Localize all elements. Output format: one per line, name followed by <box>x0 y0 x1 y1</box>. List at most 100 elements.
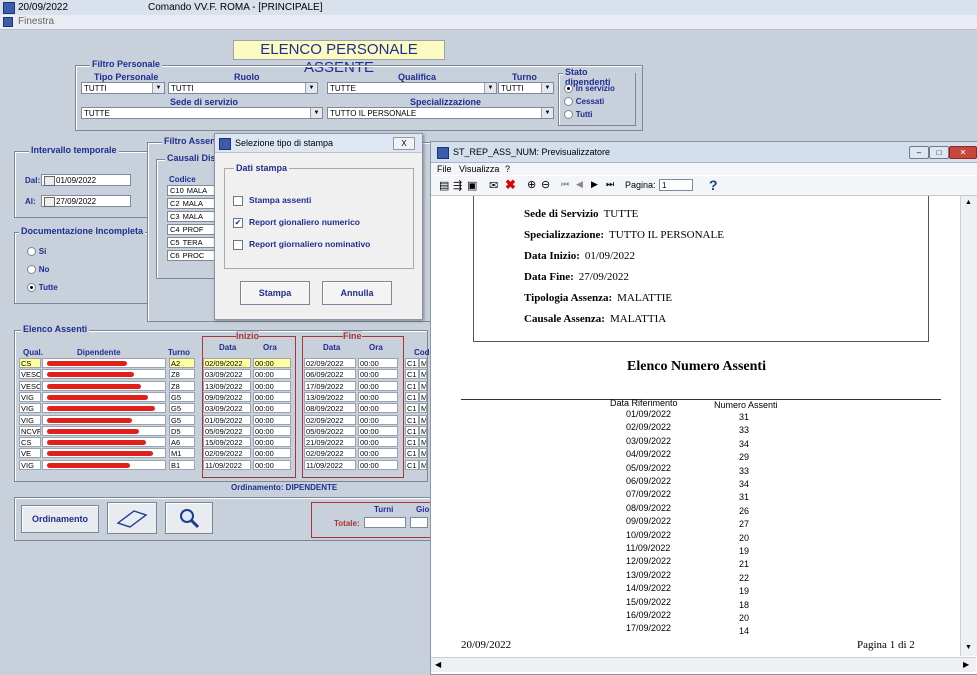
zoom-in-icon[interactable]: ⊕ <box>527 178 536 191</box>
al-date-field[interactable]: 27/09/2022 <box>41 195 131 207</box>
first-page-icon[interactable]: ⏮ <box>561 179 569 190</box>
horizontal-scrollbar[interactable]: ◀ ▶ <box>431 657 976 672</box>
scroll-down-icon[interactable]: ▼ <box>965 644 972 651</box>
calendar-icon[interactable] <box>44 176 55 186</box>
vertical-scrollbar[interactable]: ▲ ▼ <box>960 196 977 656</box>
sede-select[interactable]: TUTTE ▼ <box>81 107 323 119</box>
redaction-mark <box>47 417 132 423</box>
radio-in-servizio[interactable]: In servizio <box>564 83 615 94</box>
cell-d: M <box>419 425 427 436</box>
scroll-up-icon[interactable]: ▲ <box>965 199 972 206</box>
cell-df: 08/09/2022 <box>304 403 356 414</box>
setup-icon[interactable]: ▣ <box>467 179 477 192</box>
table-row[interactable]: VESC Z8 13/09/2022 00:00 17/09/2022 00:00 C1 M <box>15 380 427 392</box>
turno-select[interactable]: TUTTI ▼ <box>498 82 554 94</box>
table-row[interactable]: CS A6 15/09/2022 00:00 21/09/2022 00:00 C1 M <box>15 437 427 448</box>
window-icon <box>3 17 13 27</box>
calendar-icon[interactable] <box>44 197 55 207</box>
table-row[interactable]: VE M1 02/09/2022 00:00 02/09/2022 00:00 C1 M <box>15 448 427 459</box>
cell-d: M <box>419 459 427 470</box>
checkbox-icon[interactable] <box>233 239 243 250</box>
stampa-button[interactable]: Stampa <box>240 281 310 305</box>
email-icon[interactable]: ✉ <box>489 179 498 192</box>
checkbox-icon[interactable]: ✔ <box>233 217 243 228</box>
search-button[interactable] <box>165 502 213 534</box>
menu-help[interactable]: ? <box>505 164 510 174</box>
col-dipendente: Dipendente <box>77 348 121 357</box>
dal-date-field[interactable]: 01/09/2022 <box>41 174 131 186</box>
report-header-box: Sede di Servizio TUTTE Specializzazione: TU… <box>473 196 929 342</box>
report-page: Sede di Servizio TUTTE Specializzazione: TU… <box>437 196 957 656</box>
radio-tutte[interactable]: Tutte <box>27 282 58 293</box>
dialog-close-button[interactable]: X <box>393 137 415 150</box>
ruolo-select[interactable]: TUTTI ▼ <box>168 82 318 94</box>
table-row[interactable]: NCVF D5 05/09/2022 00:00 05/09/2022 00:00 C1 M <box>15 425 427 437</box>
table-row[interactable]: VESC Z8 03/09/2022 00:00 06/09/2022 00:00 C1 M <box>15 369 427 380</box>
prev-page-icon[interactable]: ◀ <box>576 179 583 190</box>
tipo-personale-select[interactable]: TUTTI ▼ <box>81 82 165 94</box>
annulla-button[interactable]: Annulla <box>322 281 392 305</box>
table-row[interactable]: VIG G5 09/09/2022 00:00 13/09/2022 00:00 C1 M <box>15 391 427 403</box>
cell-c: C1 <box>405 437 419 448</box>
window-date: 20/09/2022 <box>18 2 69 13</box>
specializzazione-select[interactable]: TUTTO IL PERSONALE ▼ <box>327 107 554 119</box>
close-x-icon[interactable]: ✖ <box>505 177 516 193</box>
ordinamento-button[interactable]: Ordinamento <box>21 505 99 533</box>
report-count-cell: 22 <box>739 572 750 583</box>
cell-q: CS <box>19 358 41 368</box>
report-count-cell: 19 <box>739 546 750 556</box>
table-row[interactable]: CS A2 02/09/2022 00:00 02/09/2022 00:00 C1 M <box>15 358 427 369</box>
menu-visualizza[interactable]: Visualizza <box>459 164 499 174</box>
fine-data: Data <box>323 343 341 352</box>
report-count-cell: 21 <box>739 559 750 570</box>
dipendente-cell <box>42 403 166 414</box>
cell-c: C1 <box>405 380 419 391</box>
zoom-out-icon[interactable]: ⊖ <box>541 178 550 191</box>
help-icon[interactable]: ? <box>709 177 718 193</box>
report-count-cell: 31 <box>739 412 750 422</box>
radio-si[interactable]: Si <box>27 246 46 257</box>
table-row[interactable]: VIG G5 01/09/2022 00:00 02/09/2022 00:00 C1 M <box>15 414 427 426</box>
next-page-icon[interactable]: ▶ <box>591 179 598 190</box>
report-info-line: Specializzazione: TUTTO IL PERSONALE <box>524 229 724 241</box>
cell-di: 15/09/2022 <box>203 437 251 448</box>
dati-stampa-title: Dati stampa <box>234 163 290 173</box>
print-icon[interactable]: ▤ <box>439 179 449 192</box>
report-date-cell: 16/09/2022 <box>626 610 672 620</box>
table-row[interactable]: VIG B1 11/09/2022 00:00 11/09/2022 00:00 C1 M <box>15 459 427 471</box>
table-row[interactable]: VIG G5 03/09/2022 00:00 08/09/2022 00:00 C1 M <box>15 403 427 414</box>
eraser-button[interactable] <box>107 502 157 534</box>
maximize-button[interactable]: □ <box>929 146 949 159</box>
bottom-toolbar: Ordinamento Turni Gio Totale: <box>14 497 432 541</box>
codice-label: Codice <box>169 175 196 184</box>
cell-c: C1 <box>405 369 419 380</box>
report-count-cell: 34 <box>739 438 750 449</box>
footer-date: 20/09/2022 <box>461 639 512 651</box>
checkbox-icon[interactable] <box>233 195 243 206</box>
dialog-option[interactable]: Report giornaliero nominativo <box>233 239 370 250</box>
spec-label: Specializzazione <box>410 97 482 107</box>
cell-t: G5 <box>169 403 195 414</box>
export-icon[interactable]: ⇶ <box>453 179 462 192</box>
qualifica-select[interactable]: TUTTE ▼ <box>327 82 497 94</box>
dal-label: Dal: <box>25 176 41 185</box>
cell-oi: 00:00 <box>253 425 291 436</box>
scroll-left-icon[interactable]: ◀ <box>435 660 441 669</box>
dialog-option[interactable]: ✔ Report gionaliero numerico <box>233 217 360 228</box>
menu-file[interactable]: File <box>437 164 452 174</box>
close-button[interactable]: ✕ <box>949 146 977 159</box>
report-date-cell: 01/09/2022 <box>626 409 672 419</box>
scroll-right-icon[interactable]: ▶ <box>963 660 969 669</box>
intervallo-group: Intervallo temporale Dal: 01/09/2022 Al:… <box>14 145 149 218</box>
menu-finestra[interactable]: Finestra <box>18 16 54 27</box>
radio-cessati[interactable]: Cessati <box>564 96 604 107</box>
radio-tutti[interactable]: Tutti <box>564 109 593 120</box>
pagina-input[interactable]: 1 <box>659 179 693 191</box>
cell-t: G5 <box>169 391 195 402</box>
elenco-assenti-group: Elenco Assenti Qual. Dipendente Turno Co… <box>14 324 432 492</box>
dialog-option[interactable]: Stampa assenti <box>233 195 311 206</box>
radio-no[interactable]: No <box>27 264 49 275</box>
redaction-mark <box>47 383 141 389</box>
last-page-icon[interactable]: ⏭ <box>606 179 614 190</box>
minimize-button[interactable]: – <box>909 146 929 159</box>
